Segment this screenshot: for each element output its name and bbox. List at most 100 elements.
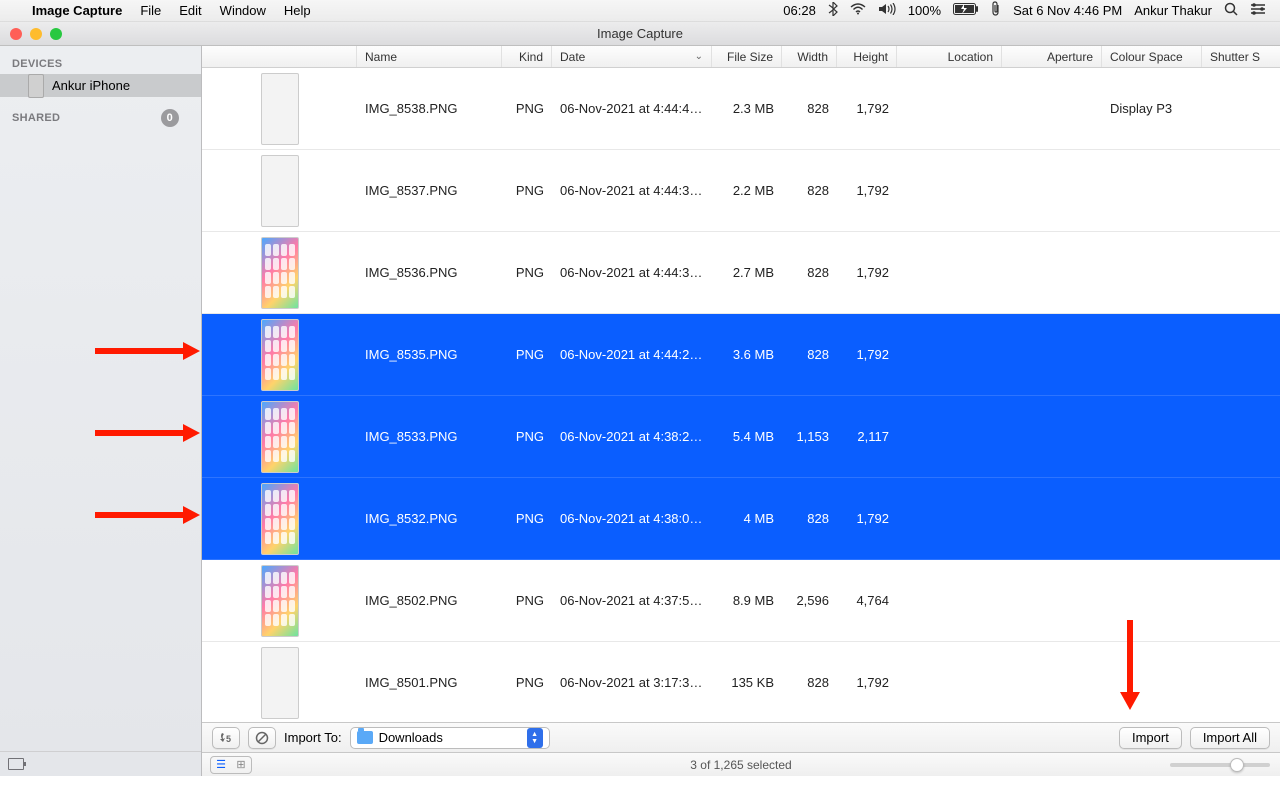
column-kind[interactable]: Kind [502, 46, 552, 67]
row-name: IMG_8537.PNG [357, 183, 502, 198]
menu-window[interactable]: Window [220, 3, 266, 18]
row-height: 1,792 [837, 347, 897, 362]
column-aperture[interactable]: Aperture [1002, 46, 1102, 67]
table-row[interactable]: IMG_8501.PNGPNG06-Nov-2021 at 3:17:35…13… [202, 642, 1280, 722]
row-thumbnail [202, 319, 357, 391]
column-name[interactable]: Name [357, 46, 502, 67]
folder-icon [357, 731, 373, 744]
row-size: 2.7 MB [712, 265, 782, 280]
menubar-time-small[interactable]: 06:28 [783, 3, 816, 18]
row-width: 828 [782, 347, 837, 362]
row-name: IMG_8535.PNG [357, 347, 502, 362]
volume-icon[interactable] [878, 3, 896, 18]
battery-percent[interactable]: 100% [908, 3, 941, 18]
delete-button[interactable] [248, 727, 276, 749]
row-kind: PNG [502, 675, 552, 690]
row-kind: PNG [502, 429, 552, 444]
import-to-select[interactable]: Downloads ▲▼ [350, 727, 550, 749]
table-row[interactable]: IMG_8532.PNGPNG06-Nov-2021 at 4:38:0…4 M… [202, 478, 1280, 560]
row-thumbnail [202, 565, 357, 637]
table-row[interactable]: IMG_8537.PNGPNG06-Nov-2021 at 4:44:3…2.2… [202, 150, 1280, 232]
row-size: 2.3 MB [712, 101, 782, 116]
row-kind: PNG [502, 101, 552, 116]
row-date: 06-Nov-2021 at 4:44:3… [552, 265, 712, 280]
row-name: IMG_8536.PNG [357, 265, 502, 280]
control-center-icon[interactable] [1250, 3, 1266, 18]
row-colour: Display P3 [1102, 101, 1202, 116]
table-row[interactable]: IMG_8536.PNGPNG06-Nov-2021 at 4:44:3…2.7… [202, 232, 1280, 314]
row-size: 135 KB [712, 675, 782, 690]
row-kind: PNG [502, 265, 552, 280]
annotation-arrow-3 [95, 506, 200, 524]
menu-file[interactable]: File [140, 3, 161, 18]
attachment-icon[interactable] [991, 1, 1001, 20]
bluetooth-icon[interactable] [828, 2, 838, 19]
row-thumbnail [202, 73, 357, 145]
row-height: 1,792 [837, 511, 897, 526]
row-date: 06-Nov-2021 at 4:44:4… [552, 101, 712, 116]
menu-edit[interactable]: Edit [179, 3, 201, 18]
thumbnail-size-slider[interactable] [1170, 763, 1270, 767]
row-size: 3.6 MB [712, 347, 782, 362]
row-name: IMG_8538.PNG [357, 101, 502, 116]
table-row[interactable]: IMG_8502.PNGPNG06-Nov-2021 at 4:37:55…8.… [202, 560, 1280, 642]
table-row[interactable]: IMG_8533.PNGPNG06-Nov-2021 at 4:38:27…5.… [202, 396, 1280, 478]
slider-knob[interactable] [1230, 758, 1244, 772]
row-size: 2.2 MB [712, 183, 782, 198]
import-to-label: Import To: [284, 730, 342, 745]
annotation-arrow-2 [95, 424, 200, 442]
svg-text:5: 5 [226, 734, 231, 744]
row-size: 8.9 MB [712, 593, 782, 608]
app-name[interactable]: Image Capture [32, 3, 122, 18]
table-body: IMG_8538.PNGPNG06-Nov-2021 at 4:44:4…2.3… [202, 68, 1280, 722]
sidebar-section-shared: SHARED 0 [0, 97, 201, 131]
table-row[interactable]: IMG_8535.PNGPNG06-Nov-2021 at 4:44:2…3.6… [202, 314, 1280, 396]
row-height: 1,792 [837, 675, 897, 690]
import-all-button[interactable]: Import All [1190, 727, 1270, 749]
import-to-value: Downloads [379, 730, 443, 745]
battery-icon[interactable] [953, 3, 979, 18]
show-details-icon[interactable] [8, 758, 24, 770]
row-date: 06-Nov-2021 at 4:38:0… [552, 511, 712, 526]
row-width: 828 [782, 265, 837, 280]
column-location[interactable]: Location [897, 46, 1002, 67]
column-shutter[interactable]: Shutter S [1202, 46, 1280, 67]
menubar-username[interactable]: Ankur Thakur [1134, 3, 1212, 18]
column-height[interactable]: Height [837, 46, 897, 67]
shared-count-badge: 0 [161, 109, 179, 127]
table-row[interactable]: IMG_8538.PNGPNG06-Nov-2021 at 4:44:4…2.3… [202, 68, 1280, 150]
sidebar: DEVICES Ankur iPhone SHARED 0 [0, 46, 202, 776]
row-name: IMG_8501.PNG [357, 675, 502, 690]
import-button[interactable]: Import [1119, 727, 1182, 749]
window-titlebar: Image Capture [0, 22, 1280, 46]
rotate-button[interactable]: 5 [212, 727, 240, 749]
row-kind: PNG [502, 511, 552, 526]
row-kind: PNG [502, 593, 552, 608]
row-name: IMG_8502.PNG [357, 593, 502, 608]
status-bar: ☰ ⊞ 3 of 1,265 selected [202, 752, 1280, 776]
row-kind: PNG [502, 183, 552, 198]
sidebar-section-devices: DEVICES [0, 46, 201, 74]
spotlight-icon[interactable] [1224, 2, 1238, 19]
column-width[interactable]: Width [782, 46, 837, 67]
row-thumbnail [202, 483, 357, 555]
row-width: 1,153 [782, 429, 837, 444]
row-thumbnail [202, 237, 357, 309]
column-file-size[interactable]: File Size [712, 46, 782, 67]
row-height: 1,792 [837, 101, 897, 116]
column-colour-space[interactable]: Colour Space [1102, 46, 1202, 67]
row-date: 06-Nov-2021 at 4:37:55… [552, 593, 712, 608]
annotation-arrow-1 [95, 342, 200, 360]
menubar-datetime[interactable]: Sat 6 Nov 4:46 PM [1013, 3, 1122, 18]
select-arrows-icon: ▲▼ [527, 728, 543, 748]
bottom-toolbar: 5 Import To: Downloads ▲▼ Import Import … [202, 722, 1280, 752]
sort-chevron-down-icon: ⌄ [695, 51, 703, 62]
row-width: 828 [782, 183, 837, 198]
column-date[interactable]: Date⌄ [552, 46, 712, 67]
column-thumbnail[interactable] [202, 46, 357, 67]
wifi-icon[interactable] [850, 3, 866, 18]
row-height: 1,792 [837, 265, 897, 280]
row-size: 5.4 MB [712, 429, 782, 444]
menu-help[interactable]: Help [284, 3, 311, 18]
sidebar-item-device[interactable]: Ankur iPhone [0, 74, 201, 97]
